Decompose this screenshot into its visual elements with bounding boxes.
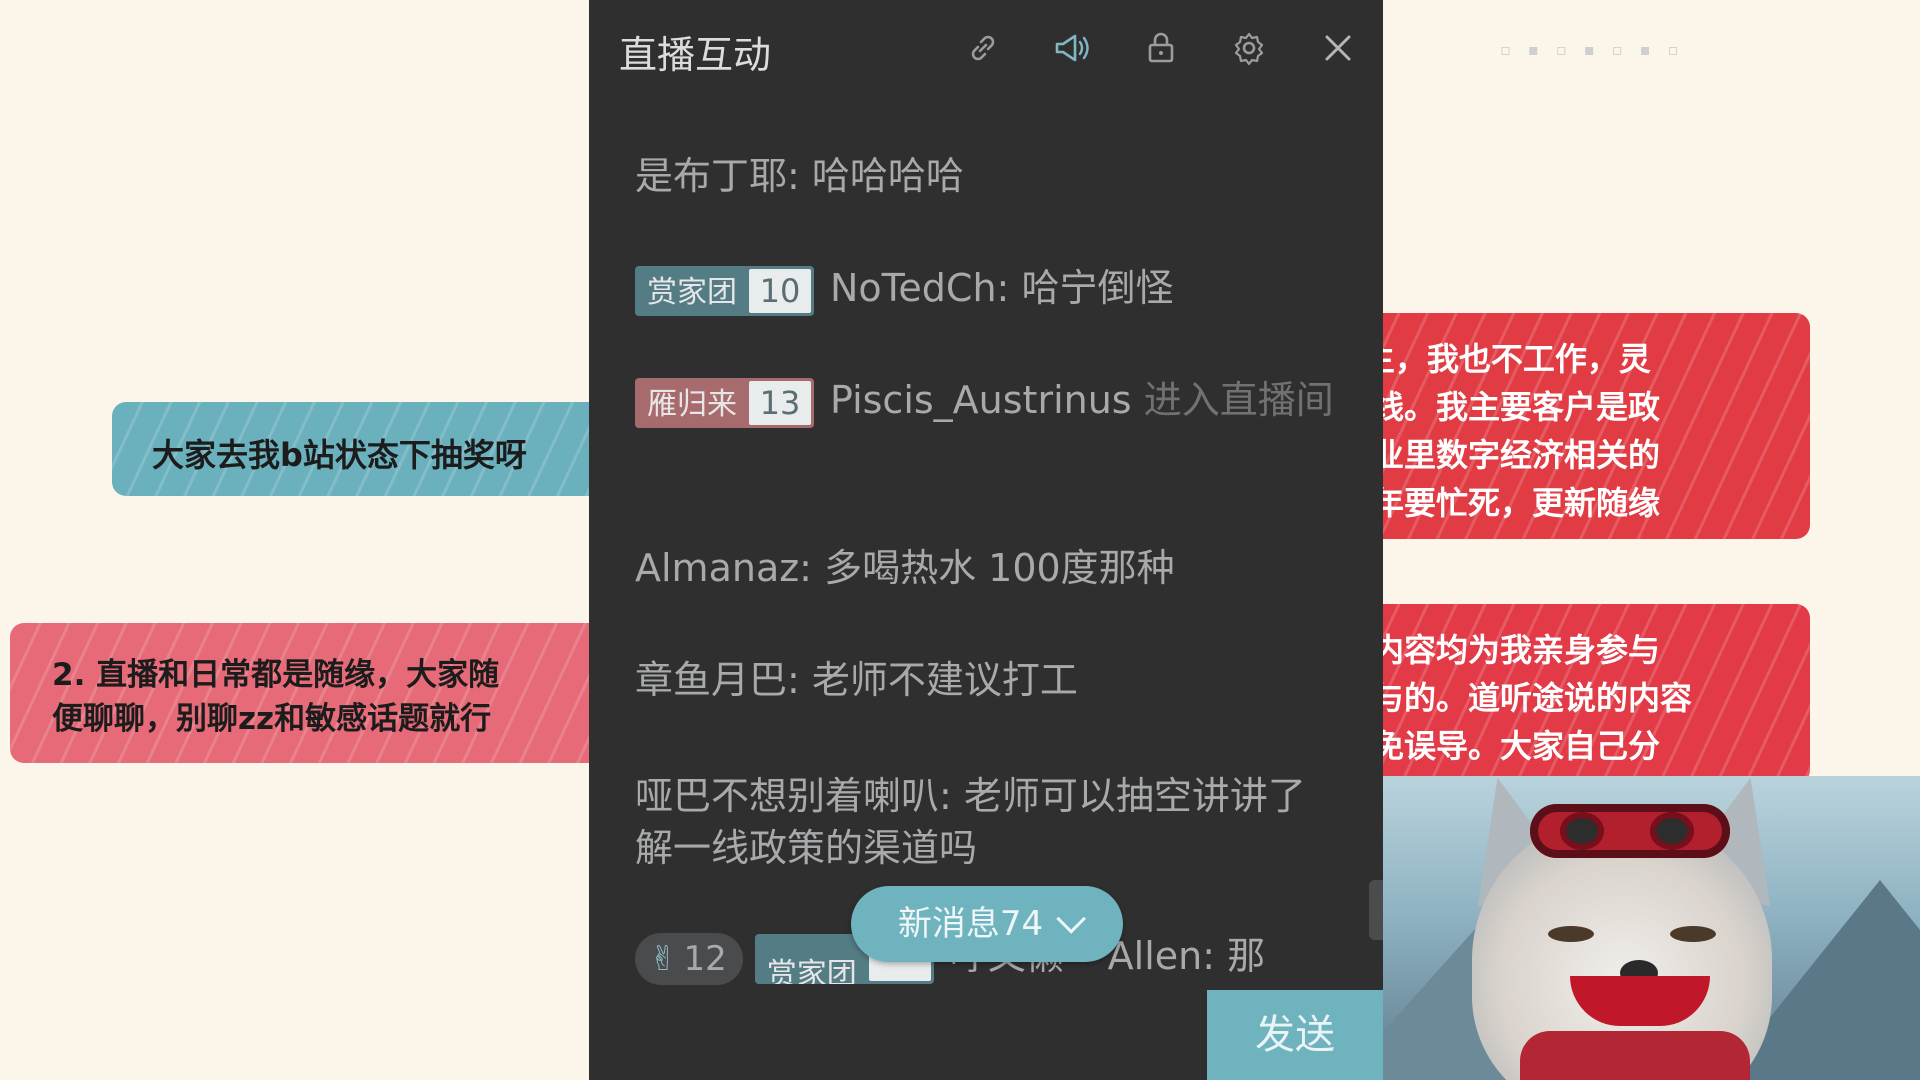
announce-icon[interactable] xyxy=(1052,28,1092,68)
overlay-note-text: 2. 直播和日常都是随缘，大家随 xyxy=(52,657,500,693)
chat-message[interactable]: 雁归来 13 Piscis_Austrinus 进入直播间 xyxy=(635,374,1335,428)
message-separator: : xyxy=(1202,934,1228,978)
bandana xyxy=(1520,1031,1750,1080)
message-username[interactable]: Piscis_Austrinus xyxy=(830,378,1132,422)
new-messages-button[interactable]: 新消息74 xyxy=(851,886,1123,962)
message-text: 哈哈哈哈 xyxy=(811,154,964,198)
overlay-note-text: 明年要忙死，更新随缘 xyxy=(1340,484,1661,522)
overlay-note-text: 一线。我主要客户是政 xyxy=(1340,388,1661,426)
medal-name: 赏家团 xyxy=(754,949,869,984)
faded-toolbar: ▫ ▪ ▫ ▪ ▫ ▪ ▫ xyxy=(1500,40,1685,59)
new-messages-label: 新消息74 xyxy=(897,904,1044,944)
medal-name: 雁归来 xyxy=(635,379,749,428)
fan-medal-badge[interactable]: 赏家团 10 xyxy=(635,265,814,316)
chat-message[interactable]: 是布丁耶: 哈哈哈哈 xyxy=(635,150,1335,202)
message-separator: : xyxy=(787,154,812,198)
fan-medal-badge[interactable]: 雁归来 13 xyxy=(635,377,814,428)
medal-level: 10 xyxy=(749,268,811,313)
goggle-lens xyxy=(1560,812,1604,850)
link-icon[interactable] xyxy=(963,28,1003,68)
message-separator: : xyxy=(799,546,825,590)
send-button[interactable]: 发送 xyxy=(1207,990,1383,1080)
overlay-note-text: 参与的。道听途说的内容 xyxy=(1340,679,1693,717)
medal-name: 赏家团 xyxy=(635,267,749,316)
like-count: 12 xyxy=(683,938,727,979)
chat-message[interactable]: 章鱼月巴: 老师不建议打工 xyxy=(635,654,1335,706)
overlay-note-about: p主，我也不工作，灵 一线。我主要客户是政 企业里数字经济相关的 明年要忙死，更… xyxy=(1340,313,1810,539)
goggles xyxy=(1530,804,1730,858)
message-text: 老师不建议打工 xyxy=(811,658,1078,702)
chat-header: 直播互动 xyxy=(589,0,1383,100)
overlay-note-disclaimer: 新内容均为我亲身参与 参与的。道听途说的内容 以免误导。大家自己分 xyxy=(1340,604,1810,784)
close-icon[interactable] xyxy=(1318,28,1358,68)
medal-level: 13 xyxy=(749,380,811,425)
message-username[interactable]: 是布丁耶 xyxy=(635,154,787,198)
gear-icon[interactable] xyxy=(1229,28,1269,68)
scroll-handle[interactable] xyxy=(1369,880,1383,940)
overlay-note-rules: 2. 直播和日常都是随缘，大家随 便聊聊，别聊zz和敏感话题就行 xyxy=(10,623,630,763)
message-separator: : xyxy=(996,266,1022,310)
message-separator: : xyxy=(787,658,812,702)
like-count-badge[interactable]: ✌ 12 xyxy=(635,932,743,985)
overlay-note-text: 新内容均为我亲身参与 xyxy=(1340,631,1661,669)
system-entry-text: 进入直播间 xyxy=(1131,378,1334,422)
overlay-note-text: 大家去我b站状态下抽奖呀 xyxy=(152,436,527,474)
fox-eye xyxy=(1670,926,1716,942)
message-username[interactable]: NoTedCh xyxy=(830,266,997,310)
message-text: 哈宁倒怪 xyxy=(1021,266,1174,310)
message-username[interactable]: 章鱼月巴 xyxy=(635,658,787,702)
message-separator: : xyxy=(939,774,964,818)
streamer-avatar xyxy=(1380,776,1920,1080)
lock-icon[interactable] xyxy=(1141,28,1181,68)
fox-eye xyxy=(1548,926,1594,942)
goggle-lens xyxy=(1650,812,1694,850)
like-hand-icon: ✌ xyxy=(649,938,678,979)
message-text: 那 xyxy=(1227,934,1266,978)
chat-message[interactable]: 赏家团 10 NoTedCh: 哈宁倒怪 xyxy=(635,262,1335,316)
message-username[interactable]: 哑巴不想别着喇叭 xyxy=(635,774,939,818)
chevron-down-icon xyxy=(1056,903,1087,934)
overlay-note-text: 以免误导。大家自己分 xyxy=(1340,727,1661,765)
chat-title: 直播互动 xyxy=(619,33,772,77)
message-text: 多喝热水 100度那种 xyxy=(824,546,1175,590)
overlay-note-lottery: 大家去我b站状态下抽奖呀 xyxy=(112,402,632,496)
overlay-note-text: 便聊聊，别聊zz和敏感话题就行 xyxy=(52,701,492,737)
overlay-note-text: p主，我也不工作，灵 xyxy=(1340,340,1651,378)
chat-message[interactable]: 哑巴不想别着喇叭: 老师可以抽空讲讲了解一线政策的渠道吗 xyxy=(635,770,1335,874)
live-chat-panel: 直播互动 是布丁耶: 哈哈哈哈 赏家团 10 NoTedCh: 哈宁倒怪 雁归来 13… xyxy=(589,0,1383,1080)
message-username[interactable]: Almanaz xyxy=(635,546,799,590)
overlay-note-text: 企业里数字经济相关的 xyxy=(1340,436,1661,474)
chat-message[interactable]: Almanaz: 多喝热水 100度那种 xyxy=(635,542,1335,594)
